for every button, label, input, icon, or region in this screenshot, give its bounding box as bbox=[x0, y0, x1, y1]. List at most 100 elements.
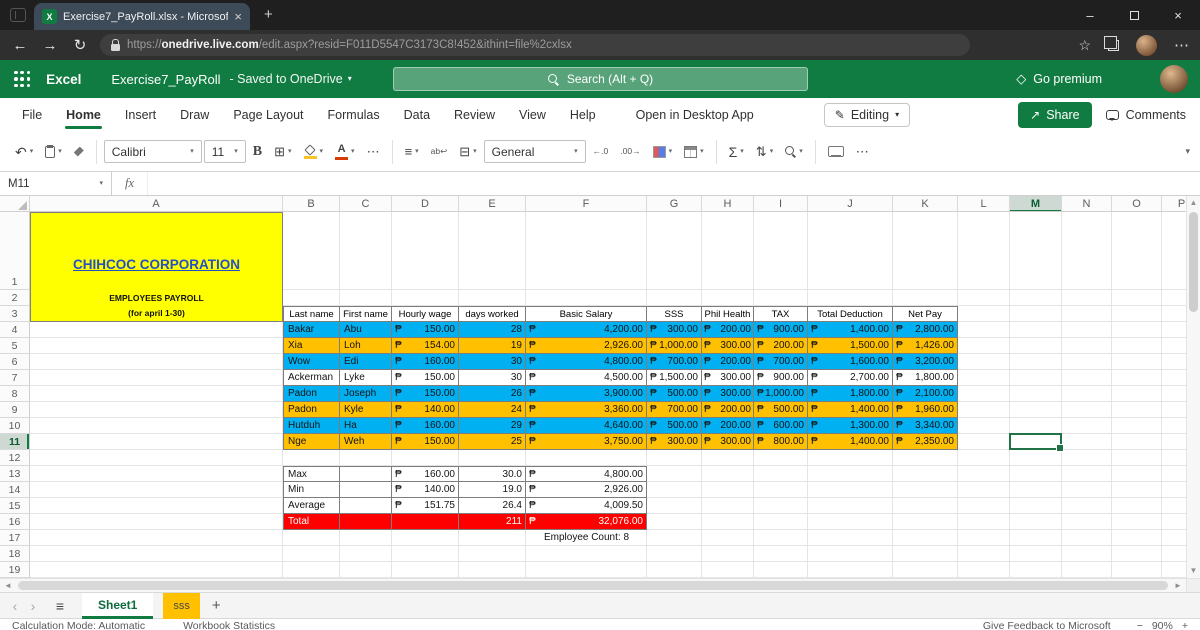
horizontal-scrollbar[interactable]: ◄ ► bbox=[0, 578, 1186, 592]
table-header-I[interactable]: TAX bbox=[754, 306, 808, 322]
row-header-2[interactable]: 2 bbox=[0, 290, 30, 306]
font-size-select[interactable]: 11 ▾ bbox=[203, 140, 246, 163]
workbook-statistics[interactable]: Workbook Statistics bbox=[183, 620, 275, 630]
cell-J6[interactable]: ₱ 1,600.00 bbox=[808, 354, 893, 370]
browser-tab[interactable]: X Exercise7_PayRoll.xlsx - Microsof × bbox=[34, 3, 250, 30]
cell-K8[interactable]: ₱ 2,100.00 bbox=[893, 386, 958, 402]
sort-filter-button[interactable]: ⇅ ▾ bbox=[751, 138, 778, 166]
cell-C6[interactable]: Edi bbox=[340, 354, 392, 370]
cell-E14[interactable]: 19.0 bbox=[459, 482, 526, 498]
bold-button[interactable]: B bbox=[248, 138, 267, 166]
cell-E11[interactable]: 25 bbox=[459, 434, 526, 450]
row-header-10[interactable]: 10 bbox=[0, 418, 30, 434]
sheet-tab-sheet1[interactable]: Sheet1 bbox=[82, 593, 154, 619]
app-name[interactable]: Excel bbox=[46, 72, 81, 87]
formula-input[interactable] bbox=[148, 172, 1200, 195]
name-box[interactable]: M11 ▾ bbox=[0, 172, 112, 195]
cell-F14[interactable]: ₱ 2,926.00 bbox=[526, 482, 647, 498]
cell-J7[interactable]: ₱ 2,700.00 bbox=[808, 370, 893, 386]
row-header-4[interactable]: 4 bbox=[0, 322, 30, 338]
cell-F13[interactable]: ₱ 4,800.00 bbox=[526, 466, 647, 482]
cell-C10[interactable]: Ha bbox=[340, 418, 392, 434]
collapse-ribbon-icon[interactable]: ▾ bbox=[1185, 146, 1190, 157]
cell-G6[interactable]: ₱ 700.00 bbox=[647, 354, 702, 370]
row-header-12[interactable]: 12 bbox=[0, 450, 30, 466]
cell-G11[interactable]: ₱ 300.00 bbox=[647, 434, 702, 450]
row-header-3[interactable]: 3 bbox=[0, 306, 30, 322]
cell-C9[interactable]: Kyle bbox=[340, 402, 392, 418]
payroll-title-block[interactable]: CHIHCOC CORPORATION EMPLOYEES PAYROLL (for… bbox=[30, 212, 283, 322]
cell-B8[interactable]: Padon bbox=[283, 386, 340, 402]
address-bar[interactable]: https://onedrive.live.com/edit.aspx?resi… bbox=[100, 34, 970, 56]
app-launcher-icon[interactable] bbox=[14, 70, 31, 88]
cell-D10[interactable]: ₱ 160.00 bbox=[392, 418, 459, 434]
horizontal-scroll-thumb[interactable] bbox=[18, 581, 1168, 590]
row-header-19[interactable]: 19 bbox=[0, 562, 30, 578]
minimize-button[interactable]: – bbox=[1068, 0, 1112, 30]
zoom-in-icon[interactable]: + bbox=[1182, 620, 1188, 630]
cell-H10[interactable]: ₱ 200.00 bbox=[702, 418, 754, 434]
scroll-left-icon[interactable]: ◄ bbox=[0, 581, 16, 590]
borders-button[interactable]: ⊞ ▾ bbox=[269, 138, 296, 166]
table-header-E[interactable]: days worked bbox=[459, 306, 526, 322]
column-header-A[interactable]: A bbox=[30, 196, 283, 211]
selected-cell-M11[interactable] bbox=[1009, 433, 1064, 452]
cell-C16[interactable] bbox=[340, 514, 392, 530]
add-sheet-button[interactable]: + bbox=[212, 597, 221, 614]
column-header-D[interactable]: D bbox=[392, 196, 459, 211]
cell-K4[interactable]: ₱ 2,800.00 bbox=[893, 322, 958, 338]
zoom-control[interactable]: − 90% + bbox=[1137, 620, 1188, 630]
find-button[interactable]: ▾ bbox=[780, 138, 808, 166]
cell-E10[interactable]: 29 bbox=[459, 418, 526, 434]
table-header-D[interactable]: Hourly wage bbox=[392, 306, 459, 322]
cell-E4[interactable]: 28 bbox=[459, 322, 526, 338]
cell-I5[interactable]: ₱ 200.00 bbox=[754, 338, 808, 354]
cell-B7[interactable]: Ackerman bbox=[283, 370, 340, 386]
column-header-N[interactable]: N bbox=[1062, 196, 1112, 211]
decrease-decimal-button[interactable]: ←.0 bbox=[588, 138, 614, 166]
cell-F11[interactable]: ₱ 3,750.00 bbox=[526, 434, 647, 450]
cell-H4[interactable]: ₱ 200.00 bbox=[702, 322, 754, 338]
table-header-B[interactable]: Last name bbox=[283, 306, 340, 322]
cell-G4[interactable]: ₱ 300.00 bbox=[647, 322, 702, 338]
open-in-desktop-button[interactable]: Open in Desktop App bbox=[636, 108, 754, 122]
font-color-button[interactable]: A ▾ bbox=[330, 138, 360, 166]
row-header-18[interactable]: 18 bbox=[0, 546, 30, 562]
cell-B14[interactable]: Min bbox=[283, 482, 340, 498]
ribbon-tab-page-layout[interactable]: Page Layout bbox=[221, 98, 315, 132]
browser-profile-avatar[interactable] bbox=[1136, 34, 1157, 56]
cell-C14[interactable] bbox=[340, 482, 392, 498]
scroll-up-icon[interactable]: ▲ bbox=[1187, 196, 1200, 210]
row-header-15[interactable]: 15 bbox=[0, 498, 30, 514]
zoom-out-icon[interactable]: − bbox=[1137, 620, 1143, 630]
vertical-scrollbar[interactable]: ▲ ▼ bbox=[1186, 196, 1200, 578]
cell-C15[interactable] bbox=[340, 498, 392, 514]
cell-I11[interactable]: ₱ 800.00 bbox=[754, 434, 808, 450]
search-input[interactable]: Search (Alt + Q) bbox=[393, 67, 808, 91]
more-commands-button[interactable]: ⋯ bbox=[851, 138, 874, 166]
cell-C13[interactable] bbox=[340, 466, 392, 482]
row-header-17[interactable]: 17 bbox=[0, 530, 30, 546]
cell-E5[interactable]: 19 bbox=[459, 338, 526, 354]
row-header-16[interactable]: 16 bbox=[0, 514, 30, 530]
cell-D11[interactable]: ₱ 150.00 bbox=[392, 434, 459, 450]
scroll-down-icon[interactable]: ▼ bbox=[1187, 564, 1200, 578]
cell-C8[interactable]: Joseph bbox=[340, 386, 392, 402]
cell-K9[interactable]: ₱ 1,960.00 bbox=[893, 402, 958, 418]
cell-D4[interactable]: ₱ 150.00 bbox=[392, 322, 459, 338]
scroll-right-icon[interactable]: ► bbox=[1170, 581, 1186, 590]
undo-button[interactable]: ↶ ▾ bbox=[10, 138, 38, 166]
column-header-B[interactable]: B bbox=[283, 196, 340, 211]
ribbon-tab-help[interactable]: Help bbox=[558, 98, 608, 132]
cell-E13[interactable]: 30.0 bbox=[459, 466, 526, 482]
share-button[interactable]: ↗ Share bbox=[1018, 102, 1092, 128]
cell-B6[interactable]: Wow bbox=[283, 354, 340, 370]
refresh-button[interactable]: ↻ bbox=[70, 38, 90, 53]
cell-D8[interactable]: ₱ 150.00 bbox=[392, 386, 459, 402]
column-header-E[interactable]: E bbox=[459, 196, 526, 211]
vertical-scroll-thumb[interactable] bbox=[1189, 212, 1198, 312]
column-header-K[interactable]: K bbox=[893, 196, 958, 211]
cell-D13[interactable]: ₱ 160.00 bbox=[392, 466, 459, 482]
tab-actions-icon[interactable] bbox=[10, 8, 26, 22]
cell-H11[interactable]: ₱ 300.00 bbox=[702, 434, 754, 450]
